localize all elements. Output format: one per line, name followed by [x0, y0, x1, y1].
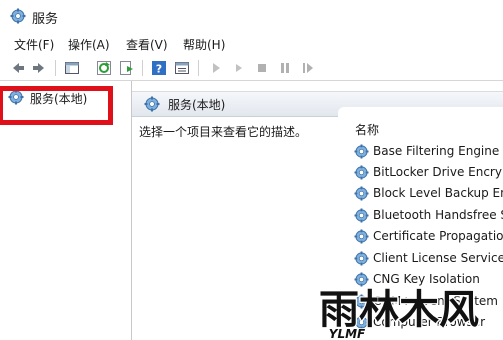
window-title: 服务: [32, 12, 59, 27]
menu-file[interactable]: 文件(F): [14, 36, 54, 53]
annotation-highlight-box: [0, 86, 113, 125]
show-hide-tree-icon[interactable]: [64, 60, 80, 76]
toolbar: ?: [0, 56, 503, 81]
service-name: Bluetooth Handsfree Service: [373, 208, 503, 222]
gear-icon: [354, 251, 369, 266]
title-bar: 服务: [0, 0, 503, 32]
service-name: Base Filtering Engine: [373, 144, 500, 158]
column-header-name[interactable]: 名称: [355, 121, 379, 138]
start-service-alt-icon[interactable]: [231, 60, 247, 76]
toolbar-separator: [198, 60, 199, 76]
pause-service-icon[interactable]: [277, 60, 293, 76]
toolbar-separator: [142, 60, 143, 76]
watermark-subtext: YLMF: [329, 327, 366, 340]
gear-icon: [354, 165, 369, 180]
properties-icon[interactable]: [174, 60, 190, 76]
service-name: Client License Service (ClipSVC): [373, 251, 503, 265]
start-service-icon[interactable]: [208, 60, 224, 76]
gear-icon: [354, 186, 369, 201]
service-description: 选择一个项目来查看它的描述。: [139, 125, 308, 139]
stop-service-icon[interactable]: [254, 60, 270, 76]
toolbar-separator: [55, 60, 56, 76]
back-icon[interactable]: [10, 60, 26, 76]
gear-icon: [354, 229, 369, 244]
service-name: BitLocker Drive Encryption Service: [373, 165, 503, 179]
forward-icon[interactable]: [31, 60, 47, 76]
refresh-icon[interactable]: [96, 60, 112, 76]
ylmf-watermark-logo: 雨林木风 YLMF: [318, 286, 481, 340]
services-app-icon: [10, 8, 26, 24]
menu-help[interactable]: 帮助(H): [183, 36, 225, 53]
menu-action[interactable]: 操作(A): [68, 36, 110, 53]
menu-bar: 文件(F) 操作(A) 查看(V) 帮助(H): [0, 33, 503, 55]
svg-text:?: ?: [156, 63, 162, 76]
details-header-label: 服务(本地): [168, 98, 226, 112]
gear-icon: [144, 96, 160, 112]
service-name: Certificate Propagation: [373, 229, 503, 243]
restart-service-icon[interactable]: [300, 60, 316, 76]
gear-icon: [354, 144, 369, 159]
gear-icon: [354, 208, 369, 223]
export-list-icon[interactable]: [119, 60, 135, 76]
service-name: Block Level Backup Engine Service: [373, 186, 503, 200]
help-icon[interactable]: ?: [151, 60, 167, 76]
menu-view[interactable]: 查看(V): [126, 36, 168, 53]
